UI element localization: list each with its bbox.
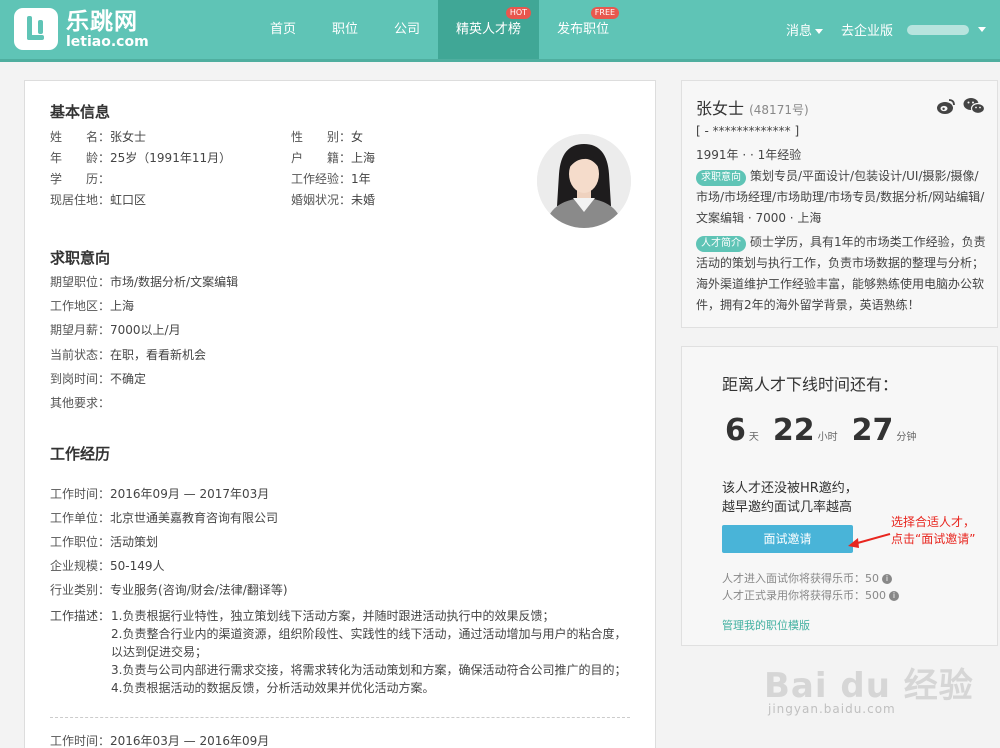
nav-post-job[interactable]: 发布职位 FREE [539,0,627,59]
nav-companies[interactable]: 公司 [376,0,438,59]
interview-invite-button[interactable]: 面试邀请 [722,525,853,553]
hot-badge: HOT [505,7,532,19]
desc-line: 3.负责与公司内部进行需求交接，将需求转化为活动策划和方案，确保活动符合公司推广… [111,663,627,677]
gender-value: 女 [351,130,364,144]
work-company-value: 北京世通美嘉教育咨询有限公司 [110,511,279,525]
section-title-basic: 基本信息 [50,103,111,121]
nav-jobs[interactable]: 职位 [314,0,376,59]
countdown-days: 6 [725,413,746,448]
user-name-blurred[interactable] [907,24,969,35]
work-industry-value: 专业服务(咨询/财会/法律/翻译等) [110,583,288,597]
intent-area-value: 上海 [110,299,135,313]
nav-elite-talent[interactable]: 精英人才榜 HOT [438,0,540,59]
intent-salary-value: 7000以上/月 [110,323,181,337]
info-icon[interactable]: i [889,591,899,601]
talent-intent: 求职意向 策划专员/平面设计/包装设计/UI/摄影/摄像/市场/市场经理/市场助理… [696,166,988,229]
enterprise-link[interactable]: 去企业版 [841,20,893,39]
talent-phone-masked: [ - ************* ] [696,124,800,138]
talent-id: (48171号) [749,103,809,117]
marital-value: 未婚 [351,193,376,207]
site-logo[interactable]: 乐跳网 letiao.com [14,8,149,50]
top-navbar: 乐跳网 letiao.com 首页 职位 公司 精英人才榜 HOT 发布职位 F… [0,0,1000,62]
talent-summary: 1991年 · · 1年经验 [696,148,802,162]
wechat-icon[interactable] [963,97,986,115]
annotation-arrow-icon [848,533,891,548]
talent-name: 张女士 [696,99,745,118]
free-badge: FREE [590,7,620,19]
manage-job-templates-link[interactable]: 管理我的职位模版 [722,617,810,633]
countdown-timer: 6 天 22 小时 27 分钟 [725,413,917,448]
talent-intro: 人才简介 硕士学历，具有1年的市场类工作经验，负责活动的策划与执行工作，负责市场数… [696,232,988,316]
work-scale-value: 50-149人 [110,559,165,573]
weibo-icon[interactable] [935,97,957,115]
residence-value: 虹口区 [110,193,147,207]
desc-line: 1.负责根据行业特性，独立策划线下活动方案，并随时跟进活动执行中的效果反馈； [111,609,555,623]
chevron-down-icon[interactable] [978,27,986,32]
countdown-minutes: 27 [851,413,894,448]
section-title-work: 工作经历 [50,445,111,463]
share-icons [929,97,986,115]
logo-text-en: letiao.com [66,33,149,50]
talent-summary-card: 张女士 (48171号) [ - ************* ] 1991年 ·… [681,80,998,328]
experience-value: 1年 [351,172,371,186]
main-nav: 首页 职位 公司 精英人才榜 HOT 发布职位 FREE [252,0,627,59]
desc-line: 4.负责根据活动的数据反馈，分析活动效果并优化活动方案。 [111,681,435,695]
divider [50,717,630,718]
chevron-down-icon [814,29,823,34]
age-value: 25岁（1991年11月） [110,151,232,165]
work-time-value-2: 2016年03月 — 2016年09月 [110,734,270,748]
avatar [537,134,631,228]
intent-tag: 求职意向 [696,170,746,186]
countdown-title: 距离人才下线时间还有： [722,375,899,394]
coin-reward-interview: 人才进入面试你将获得乐币：50 i [722,570,892,586]
intent-status-value: 在职，看看新机会 [110,348,207,362]
hukou-value: 上海 [351,151,376,165]
invite-panel: 距离人才下线时间还有： 6 天 22 小时 27 分钟 该人才还没被HR邀约， … [681,346,998,646]
work-time-value: 2016年09月 — 2017年03月 [110,487,270,501]
tutorial-annotation: 选择合适人才， 点击“面试邀请” [891,515,976,546]
intent-position-value: 市场/数据分析/文案编辑 [110,275,239,289]
baidu-watermark: Bai du 经验 jingyan.baidu.com [764,666,974,716]
resume-panel: 基本信息 姓 名：张女士 年 龄：25岁（1991年11月） 学 历： 现居住地… [24,80,656,748]
section-title-intent: 求职意向 [50,249,111,267]
name-value: 张女士 [110,130,147,144]
countdown-hours: 22 [772,413,815,448]
intro-tag: 人才简介 [696,236,746,252]
logo-text-cn: 乐跳网 [66,8,138,35]
nav-home[interactable]: 首页 [252,0,314,59]
desc-line: 2.负责整合行业内的渠道资源，组织阶段性、实践性的线下活动，通过活动增加与用户的… [111,627,627,659]
logo-icon [14,8,58,50]
info-icon[interactable]: i [882,574,892,584]
intent-arrival-value: 不确定 [110,372,147,386]
work-description: 工作描述： 1.负责根据行业特性，独立策划线下活动方案，并随时跟进活动执行中的效… [50,607,630,697]
coin-reward-hire: 人才正式录用你将获得乐币：500 i [722,587,899,603]
messages-menu[interactable]: 消息 [786,20,823,39]
work-position-value: 活动策划 [110,535,159,549]
invite-hint: 该人才还没被HR邀约， 越早邀约面试几率越高 [722,481,858,515]
